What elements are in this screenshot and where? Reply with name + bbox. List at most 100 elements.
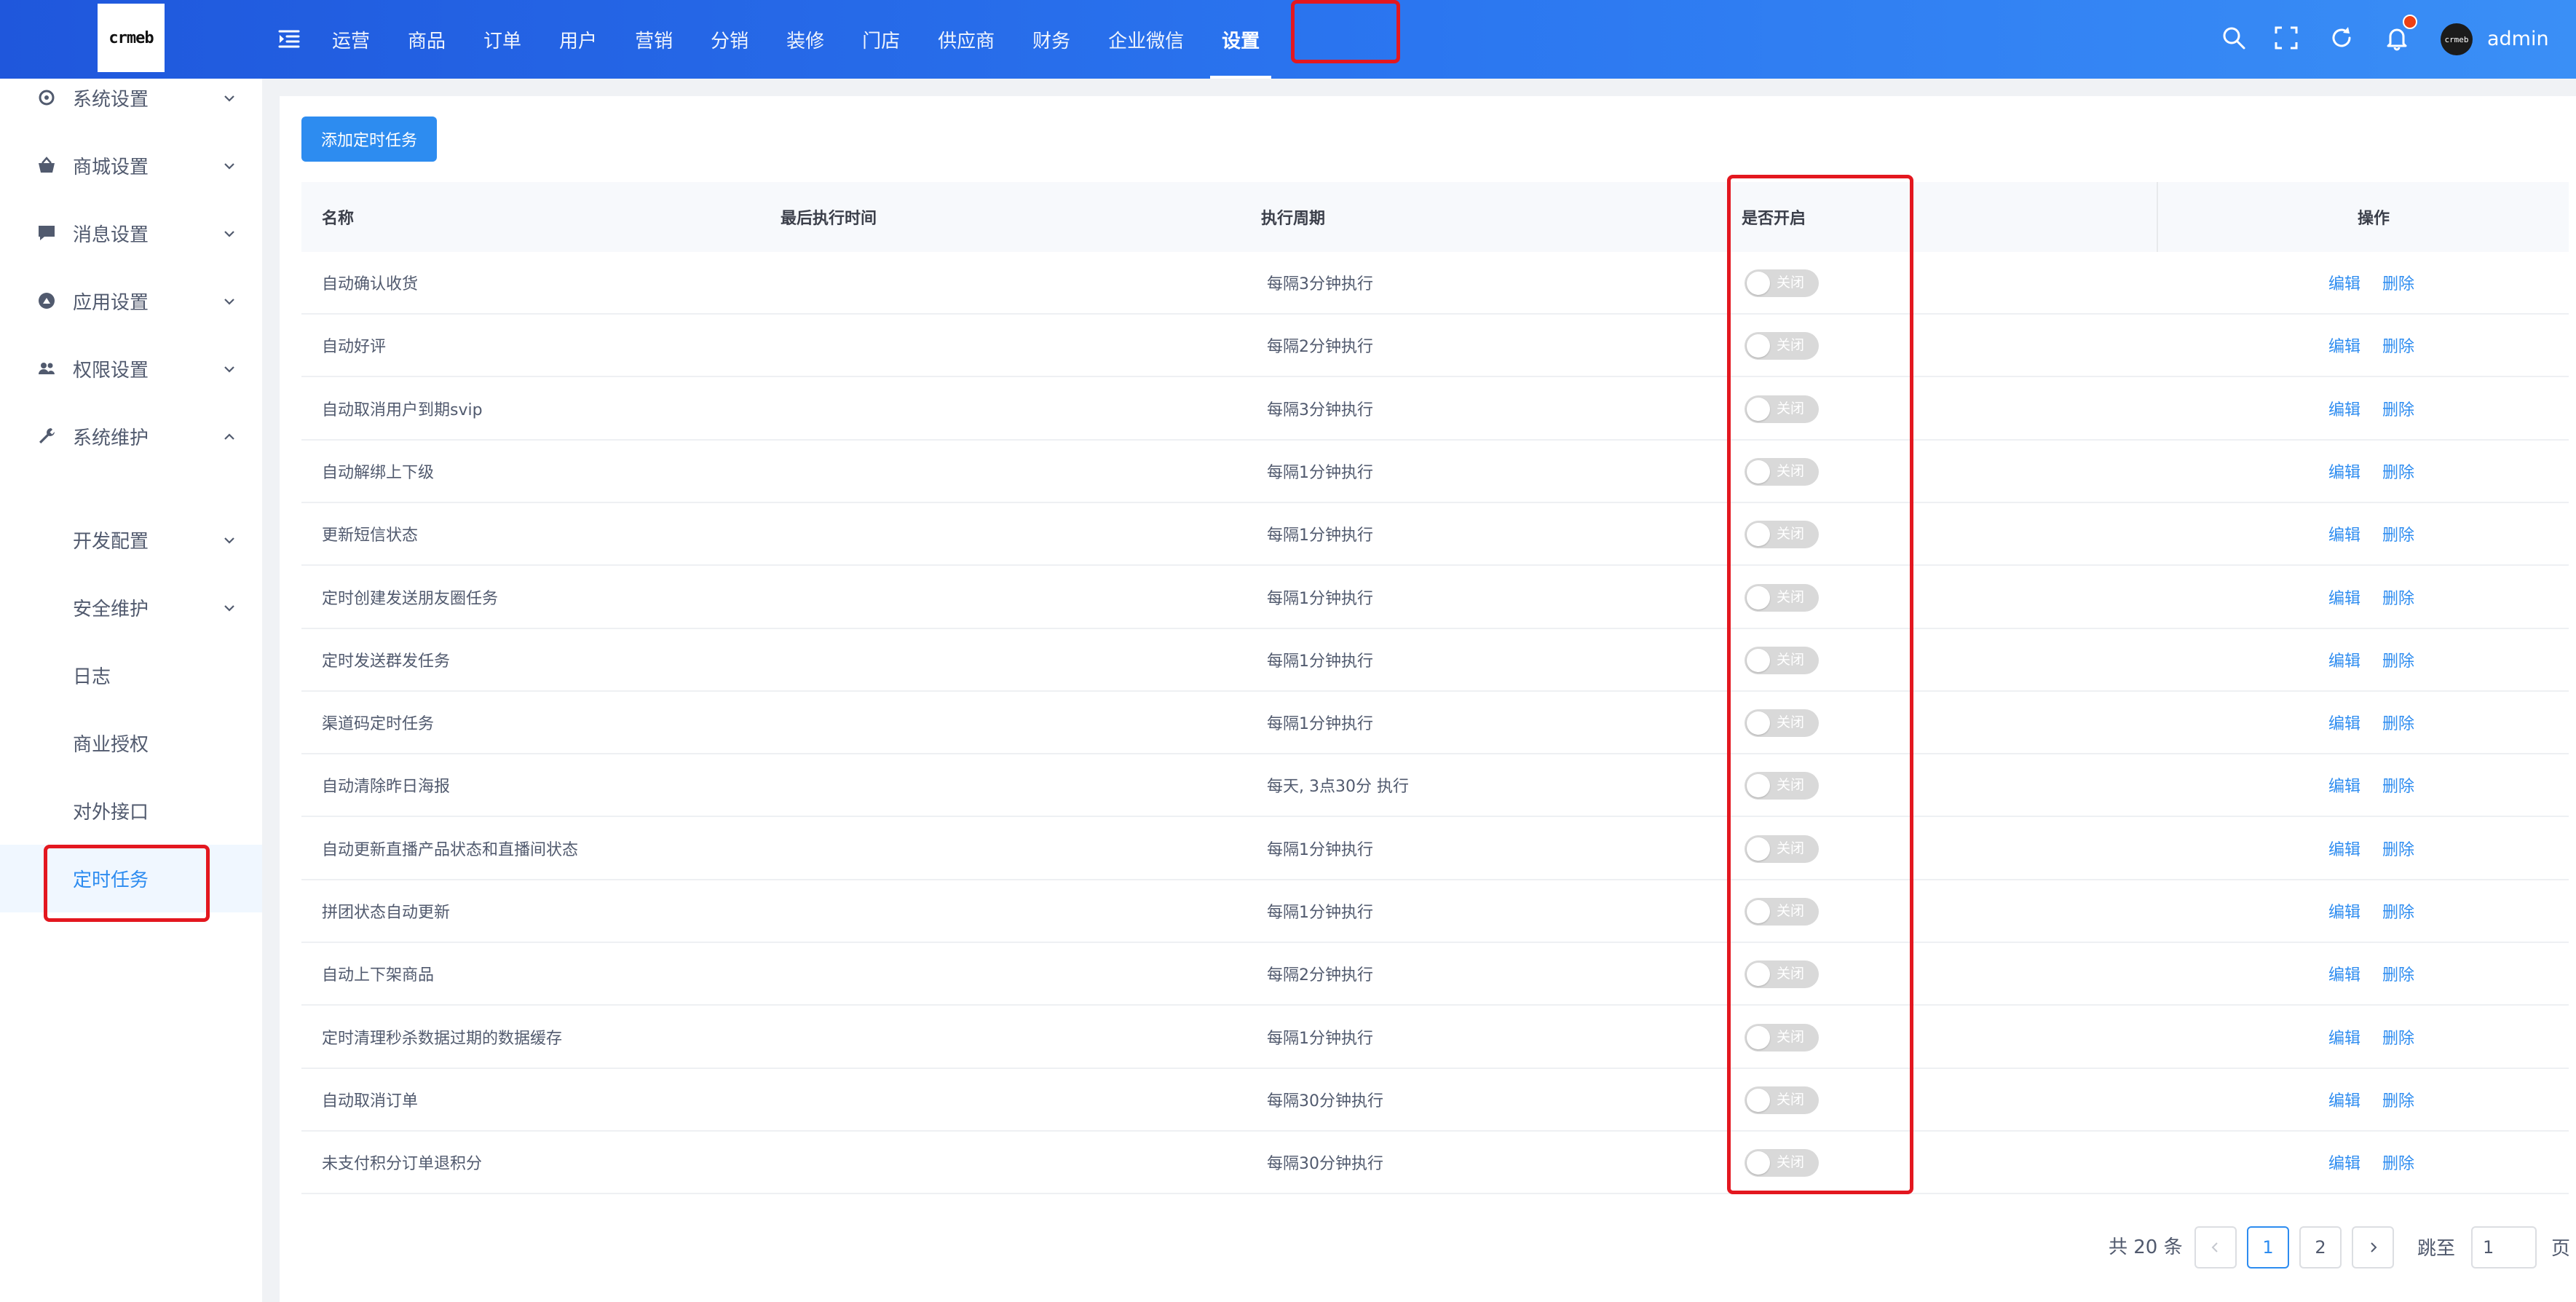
cell-name: 渠道码定时任务 — [322, 715, 435, 734]
delete-link[interactable]: 删除 — [2382, 252, 2414, 313]
edit-link[interactable]: 编辑 — [2328, 503, 2360, 564]
nav-item-7[interactable]: 门店 — [843, 0, 919, 79]
users-icon — [39, 363, 55, 374]
username[interactable]: admin — [2487, 23, 2549, 55]
edit-link[interactable]: 编辑 — [2328, 943, 2360, 1004]
cell-period: 每隔1分钟执行 — [1267, 840, 1373, 859]
delete-link[interactable]: 删除 — [2382, 315, 2414, 376]
jump-page-input[interactable] — [2471, 1226, 2537, 1269]
delete-link[interactable]: 删除 — [2382, 754, 2414, 816]
edit-link[interactable]: 编辑 — [2328, 1006, 2360, 1068]
avatar[interactable]: crmeb — [2441, 23, 2473, 55]
nav-item-0[interactable]: 运营 — [313, 0, 389, 79]
cell-name: 定时创建发送朋友圈任务 — [322, 589, 499, 608]
delete-link[interactable]: 删除 — [2382, 1069, 2414, 1130]
nav-item-10[interactable]: 企业微信 — [1089, 0, 1203, 79]
edit-link[interactable]: 编辑 — [2328, 692, 2360, 753]
edit-link[interactable]: 编辑 — [2328, 567, 2360, 628]
nav-item-2[interactable]: 订单 — [465, 0, 540, 79]
delete-link[interactable]: 删除 — [2382, 629, 2414, 690]
app-icon — [39, 293, 55, 309]
table-row: 定时创建发送朋友圈任务 每隔1分钟执行 关闭 编辑 删除 — [301, 567, 2569, 629]
page-button[interactable]: 2 — [2299, 1226, 2342, 1269]
search-icon[interactable] — [2221, 25, 2247, 51]
nav-item-1[interactable]: 商品 — [389, 0, 465, 79]
cell-name: 自动解绑上下级 — [322, 463, 435, 482]
notification-badge — [2403, 15, 2417, 29]
cell-period: 每隔30分钟执行 — [1267, 1092, 1383, 1110]
edit-link[interactable]: 编辑 — [2328, 1069, 2360, 1130]
delete-link[interactable]: 删除 — [2382, 378, 2414, 439]
delete-link[interactable]: 删除 — [2382, 1006, 2414, 1068]
sidebar-subitem-3[interactable]: 商业授权 — [0, 709, 262, 777]
fullscreen-icon[interactable] — [2273, 25, 2299, 51]
refresh-icon[interactable] — [2328, 25, 2355, 51]
delete-link[interactable]: 删除 — [2382, 692, 2414, 753]
menu-fold-icon[interactable] — [277, 26, 301, 51]
delete-link[interactable]: 删除 — [2382, 567, 2414, 628]
table-row: 自动取消用户到期svip 每隔3分钟执行 关闭 编辑 删除 — [301, 378, 2569, 441]
add-scheduled-task-button[interactable]: 添加定时任务 — [301, 117, 437, 162]
sidebar-subitem-0[interactable]: 开发配置 — [0, 506, 262, 574]
sidebar-subitem-4[interactable]: 对外接口 — [0, 777, 262, 845]
sidebar-subitem-label: 开发配置 — [73, 531, 149, 553]
delete-link[interactable]: 删除 — [2382, 1132, 2414, 1193]
logo[interactable]: crmeb — [98, 4, 165, 72]
bell-icon[interactable] — [2384, 25, 2410, 51]
chevron-down-icon — [224, 95, 234, 102]
nav-item-11[interactable]: 设置 — [1203, 0, 1279, 79]
prev-page-button[interactable] — [2194, 1226, 2237, 1269]
sidebar-item-4[interactable]: 权限设置 — [0, 335, 262, 403]
edit-link[interactable]: 编辑 — [2328, 441, 2360, 502]
nav-item-9[interactable]: 财务 — [1014, 0, 1089, 79]
cell-name: 定时发送群发任务 — [322, 652, 451, 671]
sidebar-item-0[interactable]: 系统设置 — [0, 64, 262, 132]
table-row: 未支付积分订单退积分 每隔30分钟执行 关闭 编辑 删除 — [301, 1132, 2569, 1195]
gear-icon — [39, 90, 55, 106]
sidebar-subitem-1[interactable]: 安全维护 — [0, 574, 262, 642]
cell-period: 每隔1分钟执行 — [1267, 904, 1373, 922]
cell-name: 自动清除昨日海报 — [322, 778, 451, 797]
delete-link[interactable]: 删除 — [2382, 818, 2414, 879]
cell-name: 自动更新直播产品状态和直播间状态 — [322, 840, 579, 859]
delete-link[interactable]: 删除 — [2382, 441, 2414, 502]
nav-item-6[interactable]: 装修 — [767, 0, 843, 79]
edit-link[interactable]: 编辑 — [2328, 252, 2360, 313]
next-page-button[interactable] — [2352, 1226, 2394, 1269]
nav-item-8[interactable]: 供应商 — [919, 0, 1014, 79]
chevron-up-icon — [224, 433, 234, 440]
top-header: crmeb 运营 商品 订单 用户 营销 分销 装修 门店 供应商 财务 企业微信 设置 crmeb … — [0, 0, 2576, 79]
top-nav: 运营 商品 订单 用户 营销 分销 装修 门店 供应商 财务 企业微信 设置 — [313, 0, 1279, 79]
page-button[interactable]: 1 — [2247, 1226, 2289, 1269]
pagination-total: 共 20 条 — [2109, 1236, 2183, 1258]
delete-link[interactable]: 删除 — [2382, 880, 2414, 942]
nav-item-5[interactable]: 分销 — [692, 0, 767, 79]
edit-link[interactable]: 编辑 — [2328, 315, 2360, 376]
sidebar-item-label: 商城设置 — [73, 157, 149, 178]
table-row: 自动解绑上下级 每隔1分钟执行 关闭 编辑 删除 — [301, 441, 2569, 503]
table-row: 自动好评 每隔2分钟执行 关闭 编辑 删除 — [301, 315, 2569, 378]
edit-link[interactable]: 编辑 — [2328, 629, 2360, 690]
sidebar-item-2[interactable]: 消息设置 — [0, 200, 262, 267]
edit-link[interactable]: 编辑 — [2328, 378, 2360, 439]
highlight-box-enabled-column — [1727, 175, 1913, 1194]
edit-link[interactable]: 编辑 — [2328, 754, 2360, 816]
delete-link[interactable]: 删除 — [2382, 503, 2414, 564]
sidebar-item-3[interactable]: 应用设置 — [0, 267, 262, 335]
sidebar-item-5[interactable]: 系统维护 — [0, 403, 262, 470]
edit-link[interactable]: 编辑 — [2328, 1132, 2360, 1193]
cell-name: 未支付积分订单退积分 — [322, 1155, 483, 1174]
nav-item-4[interactable]: 营销 — [616, 0, 692, 79]
nav-item-3[interactable]: 用户 — [540, 0, 616, 79]
sidebar-subitem-2[interactable]: 日志 — [0, 642, 262, 709]
edit-link[interactable]: 编辑 — [2328, 880, 2360, 942]
sidebar-subitem-label: 商业授权 — [73, 734, 149, 756]
cell-period: 每隔3分钟执行 — [1267, 275, 1373, 293]
delete-link[interactable]: 删除 — [2382, 943, 2414, 1004]
chevron-left-icon — [2211, 1242, 2218, 1252]
chevron-down-icon — [224, 231, 234, 237]
cell-name: 自动确认收货 — [322, 275, 419, 293]
sidebar-item-1[interactable]: 商城设置 — [0, 132, 262, 200]
edit-link[interactable]: 编辑 — [2328, 818, 2360, 879]
wrench-icon — [39, 428, 55, 443]
